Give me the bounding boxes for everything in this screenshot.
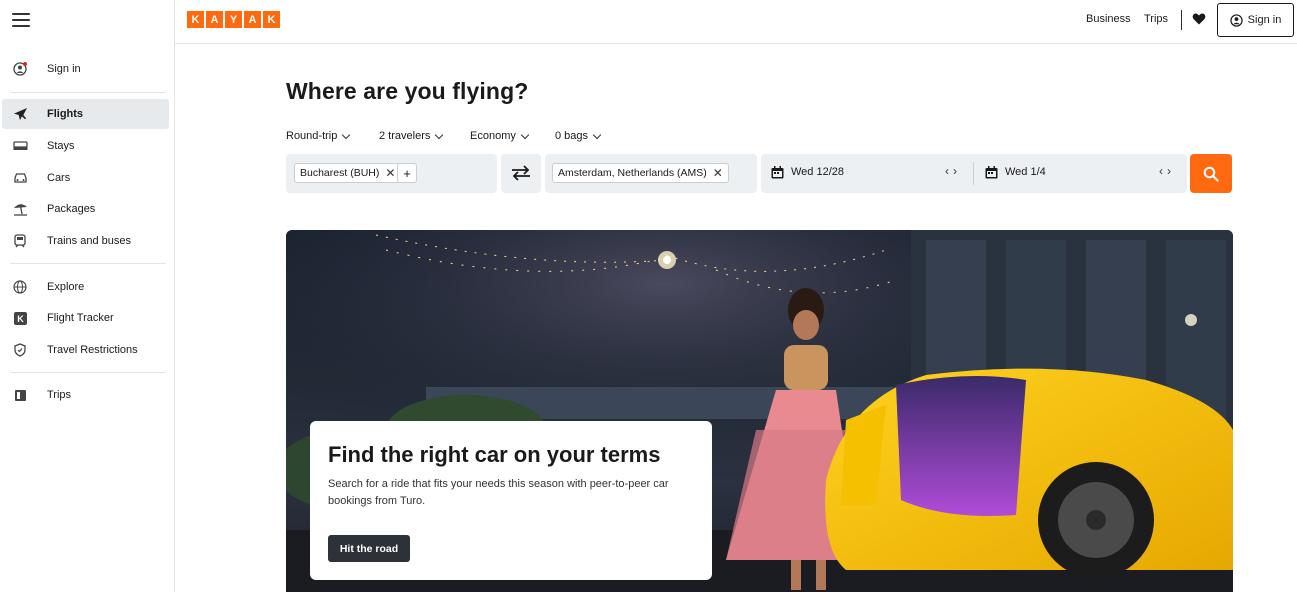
bed-icon [12,138,28,154]
sidebar-item-label: Stays [47,140,75,152]
cabin-dropdown[interactable]: Economy [470,130,530,142]
header-divider [1181,10,1182,30]
trips-icon [12,387,28,403]
sidebar-signin-label: Sign in [47,63,81,75]
globe-icon [12,279,28,295]
chevron-down-icon [520,130,530,139]
close-icon[interactable]: ✕ [713,166,723,180]
sidebar-item-travel-restrictions[interactable]: Travel Restrictions [2,335,169,365]
sidebar-item-trains[interactable]: Trains and buses [2,226,169,256]
depart-date[interactable]: Wed 12/28 [791,166,844,178]
trip-type-dropdown[interactable]: Round-trip [286,130,351,142]
sidebar-item-label: Flights [47,108,84,120]
swap-button[interactable] [501,154,541,193]
sidebar-item-label: Trips [47,389,72,401]
chevron-down-icon [435,130,444,139]
hit-the-road-button[interactable]: Hit the road [328,535,410,562]
sidebar-item-label: Flight Tracker [47,312,114,324]
kayak-k-icon: K [12,310,28,326]
sidebar-item-label: Packages [47,203,96,215]
calendar-icon [985,166,998,179]
train-icon [12,233,28,249]
sidebar-item-trips[interactable]: Trips [2,380,169,410]
sidebar-item-label: Explore [47,281,85,293]
plane-icon [12,106,28,122]
sidebar-item-flight-tracker[interactable]: K Flight Tracker [2,303,169,333]
promo-card: Find the right car on your terms Search … [310,421,712,580]
user-icon [1229,13,1243,27]
trips-link[interactable]: Trips [1144,13,1168,25]
promo-title: Find the right car on your terms [328,442,661,467]
dates-field[interactable]: Wed 12/28 ‹› Wed 1/4 ‹› [761,154,1187,193]
sidebar-item-label: Trains and buses [47,235,131,247]
top-header: K A Y A K Business Trips Sign in [175,0,1297,44]
origin-chip[interactable]: Bucharest (BUH) ✕ [294,163,402,183]
sidebar-item-label: Cars [47,172,71,184]
search-icon [1203,166,1219,182]
add-origin-button[interactable]: + [397,163,417,183]
close-icon[interactable]: ✕ [385,166,395,180]
kayak-logo[interactable]: K A Y A K [187,11,280,28]
beach-umbrella-icon [12,201,28,217]
sidebar-item-explore[interactable]: Explore [2,272,169,302]
business-link[interactable]: Business [1086,13,1131,25]
car-icon [12,170,28,186]
travelers-dropdown[interactable]: 2 travelers [379,130,444,142]
sidebar-signin[interactable]: Sign in [2,54,169,84]
menu-icon[interactable] [12,13,30,27]
sidebar-item-cars[interactable]: Cars [2,163,169,193]
sidebar-item-stays[interactable]: Stays [2,131,169,161]
signin-label: Sign in [1247,14,1282,26]
signin-button[interactable]: Sign in [1217,3,1294,37]
origin-field[interactable]: Bucharest (BUH) ✕ + [286,154,497,193]
chevron-down-icon [342,130,351,139]
sidebar-item-label: Travel Restrictions [47,344,138,356]
destination-chip[interactable]: Amsterdam, Netherlands (AMS) ✕ [552,163,729,183]
swap-icon [512,165,530,181]
user-icon [12,61,28,77]
destination-field[interactable]: Amsterdam, Netherlands (AMS) ✕ [545,154,757,193]
sidebar-item-packages[interactable]: Packages [2,194,169,224]
depart-date-arrows[interactable]: ‹› [945,164,961,178]
sidebar-item-flights[interactable]: Flights [2,99,169,129]
chevron-down-icon [592,130,602,139]
svg-text:K: K [17,314,24,324]
shield-icon [12,342,28,358]
return-date[interactable]: Wed 1/4 [1005,166,1046,178]
page-title: Where are you flying? [286,78,529,104]
return-date-arrows[interactable]: ‹› [1159,164,1175,178]
sidebar: Sign in Flights Stays Cars Packages Trai… [0,0,175,592]
heart-icon[interactable] [1192,12,1206,26]
calendar-icon [771,166,784,179]
promo-description: Search for a ride that fits your needs t… [328,478,669,507]
search-button[interactable] [1190,154,1232,193]
bags-dropdown[interactable]: 0 bags [555,130,602,142]
